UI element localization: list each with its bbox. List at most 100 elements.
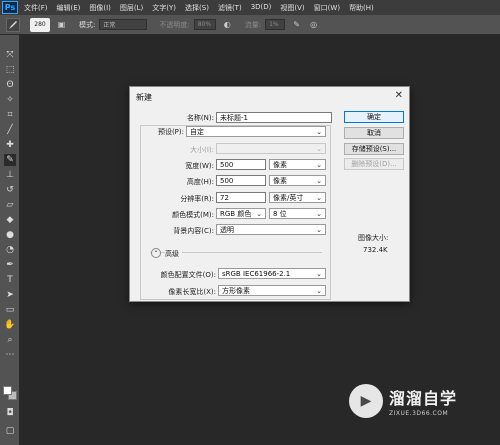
new-document-dialog: 新建 ✕ 名称(N): 未标题-1 预设(P): 自定 ⌄ 大小(I): ⌄ 宽… bbox=[129, 86, 410, 302]
pixel-aspect-select[interactable]: 方形像素 ⌄ bbox=[218, 285, 326, 296]
resolution-label: 分辨率(R): bbox=[180, 195, 214, 203]
color-mode-label: 颜色模式(M): bbox=[172, 211, 214, 219]
height-input[interactable]: 500 bbox=[216, 175, 266, 186]
color-mode-value: RGB 颜色 bbox=[220, 209, 252, 218]
menu-items: 文件(F) 编辑(E) 图像(I) 图层(L) 文字(Y) 选择(S) 滤镜(T… bbox=[24, 3, 383, 13]
advanced-toggle-icon[interactable]: ⌃ bbox=[151, 248, 161, 258]
chevron-down-icon: ⌄ bbox=[316, 287, 322, 295]
menu-help[interactable]: 帮助(H) bbox=[349, 3, 374, 13]
more-tools-icon[interactable]: ⋯ bbox=[4, 349, 16, 361]
watermark-text: 溜溜自学 ZIXUE.3D66.COM bbox=[389, 385, 457, 417]
path-selection-tool-icon[interactable]: ➤ bbox=[4, 289, 16, 301]
image-size-label: 图像大小: bbox=[358, 234, 389, 242]
history-brush-tool-icon[interactable]: ↺ bbox=[4, 184, 16, 196]
crop-tool-icon[interactable]: ⌗ bbox=[4, 109, 16, 121]
clone-stamp-tool-icon[interactable]: ⊥ bbox=[4, 169, 16, 181]
width-unit-value: 像素 bbox=[273, 160, 287, 169]
menu-type[interactable]: 文字(Y) bbox=[152, 3, 176, 13]
brush-tool-icon[interactable]: ✎ bbox=[4, 154, 16, 166]
paint-bucket-tool-icon[interactable]: ◆ bbox=[4, 214, 16, 226]
menu-bar: Ps 文件(F) 编辑(E) 图像(I) 图层(L) 文字(Y) 选择(S) 滤… bbox=[0, 0, 500, 15]
mode-select[interactable]: 正常 bbox=[99, 19, 148, 30]
menu-file[interactable]: 文件(F) bbox=[24, 3, 48, 13]
opacity-input[interactable]: 80% bbox=[193, 19, 216, 30]
menu-view[interactable]: 视图(V) bbox=[280, 3, 304, 13]
chevron-down-icon: ⌄ bbox=[316, 145, 322, 153]
marquee-tool-icon[interactable]: ⬚ bbox=[4, 64, 16, 76]
resolution-unit-value: 像素/英寸 bbox=[273, 193, 304, 202]
bit-depth-select[interactable]: 8 位 ⌄ bbox=[269, 208, 326, 219]
preset-value: 自定 bbox=[190, 127, 204, 136]
save-preset-button[interactable]: 存储预设(S)... bbox=[344, 143, 404, 155]
magic-wand-tool-icon[interactable]: ✧ bbox=[4, 94, 16, 106]
foreground-color-swatch[interactable] bbox=[3, 386, 12, 395]
background-contents-label: 背景内容(C): bbox=[173, 227, 214, 235]
chevron-down-icon: ⌄ bbox=[316, 194, 322, 202]
menu-select[interactable]: 选择(S) bbox=[185, 3, 209, 13]
pressure-opacity-icon[interactable]: ◐ bbox=[222, 19, 233, 30]
delete-preset-button: 删除预设(D)... bbox=[344, 158, 404, 170]
chevron-down-icon: ⌄ bbox=[256, 210, 262, 218]
cancel-button[interactable]: 取消 bbox=[344, 127, 404, 139]
resolution-unit-select[interactable]: 像素/英寸 ⌄ bbox=[269, 192, 326, 203]
height-unit-select[interactable]: 像素 ⌄ bbox=[269, 175, 326, 186]
chevron-down-icon: ⌄ bbox=[316, 270, 322, 278]
pressure-size-icon[interactable]: ◎ bbox=[308, 19, 319, 30]
color-profile-label: 颜色配置文件(O): bbox=[160, 271, 216, 279]
menu-edit[interactable]: 编辑(E) bbox=[57, 3, 81, 13]
toolbox: ⤧ ⬚ ʘ ✧ ⌗ ╱ ✚ ✎ ⊥ ↺ ▱ ◆ ● ◔ ✒ T ➤ ▭ ✋ ⌕ … bbox=[0, 35, 20, 445]
size-label: 大小(I): bbox=[190, 146, 214, 154]
flow-input[interactable]: 1% bbox=[265, 19, 286, 30]
move-tool-icon[interactable]: ⤧ bbox=[4, 49, 16, 61]
brush-panel-icon[interactable]: ▣ bbox=[56, 19, 67, 30]
background-contents-value: 透明 bbox=[220, 225, 234, 234]
height-label: 高度(H): bbox=[186, 178, 214, 186]
lasso-tool-icon[interactable]: ʘ bbox=[4, 79, 16, 91]
pixel-aspect-label: 像素长宽比(X): bbox=[168, 288, 216, 296]
name-label: 名称(N): bbox=[186, 114, 214, 122]
type-tool-icon[interactable]: T bbox=[4, 274, 16, 286]
menu-layer[interactable]: 图层(L) bbox=[120, 3, 143, 13]
menu-3d[interactable]: 3D(D) bbox=[251, 3, 272, 13]
chevron-down-icon: ⌄ bbox=[316, 128, 322, 136]
background-contents-select[interactable]: 透明 ⌄ bbox=[216, 224, 326, 235]
options-bar: 280 ▣ 模式: 正常 不透明度: 80% ◐ 流量: 1% ✎ ◎ bbox=[0, 15, 500, 35]
pen-tool-icon[interactable]: ✒ bbox=[4, 259, 16, 271]
bit-depth-value: 8 位 bbox=[273, 209, 287, 218]
healing-brush-tool-icon[interactable]: ✚ bbox=[4, 139, 16, 151]
quick-mask-icon[interactable]: ◘ bbox=[4, 407, 16, 419]
menu-window[interactable]: 窗口(W) bbox=[314, 3, 340, 13]
dodge-tool-icon[interactable]: ◔ bbox=[4, 244, 16, 256]
shape-tool-icon[interactable]: ▭ bbox=[4, 304, 16, 316]
width-input[interactable]: 500 bbox=[216, 159, 266, 170]
airbrush-icon[interactable]: ✎ bbox=[291, 19, 302, 30]
menu-image[interactable]: 图像(I) bbox=[89, 3, 111, 13]
hand-tool-icon[interactable]: ✋ bbox=[4, 319, 16, 331]
color-profile-select[interactable]: sRGB IEC61966-2.1 ⌄ bbox=[218, 268, 326, 279]
eyedropper-tool-icon[interactable]: ╱ bbox=[4, 124, 16, 136]
advanced-label[interactable]: 高级 bbox=[165, 249, 182, 259]
brush-size-picker[interactable]: 280 bbox=[30, 17, 50, 32]
screen-mode-icon[interactable]: ▢ bbox=[4, 425, 16, 437]
dialog-title: 新建 bbox=[136, 93, 152, 102]
zoom-tool-icon[interactable]: ⌕ bbox=[4, 334, 16, 346]
watermark-url: ZIXUE.3D66.COM bbox=[389, 409, 449, 417]
ok-button[interactable]: 确定 bbox=[344, 111, 404, 123]
name-input[interactable]: 未标题-1 bbox=[216, 112, 332, 123]
flow-label: 流量: bbox=[244, 20, 262, 29]
menu-filter[interactable]: 滤镜(T) bbox=[218, 3, 242, 13]
watermark-title: 溜溜自学 bbox=[389, 388, 458, 408]
close-icon[interactable]: ✕ bbox=[395, 90, 403, 101]
chevron-down-icon: ⌄ bbox=[316, 210, 322, 218]
photoshop-logo: Ps bbox=[2, 1, 18, 14]
brush-tool-preset-icon[interactable] bbox=[6, 17, 20, 32]
chevron-down-icon: ⌄ bbox=[316, 226, 322, 234]
width-unit-select[interactable]: 像素 ⌄ bbox=[269, 159, 326, 170]
resolution-input[interactable]: 72 bbox=[216, 192, 266, 203]
eraser-tool-icon[interactable]: ▱ bbox=[4, 199, 16, 211]
blur-tool-icon[interactable]: ● bbox=[4, 229, 16, 241]
preset-select[interactable]: 自定 ⌄ bbox=[186, 126, 326, 137]
height-unit-value: 像素 bbox=[273, 176, 287, 185]
mode-label: 模式: bbox=[79, 20, 96, 29]
color-mode-select[interactable]: RGB 颜色 ⌄ bbox=[216, 208, 266, 219]
